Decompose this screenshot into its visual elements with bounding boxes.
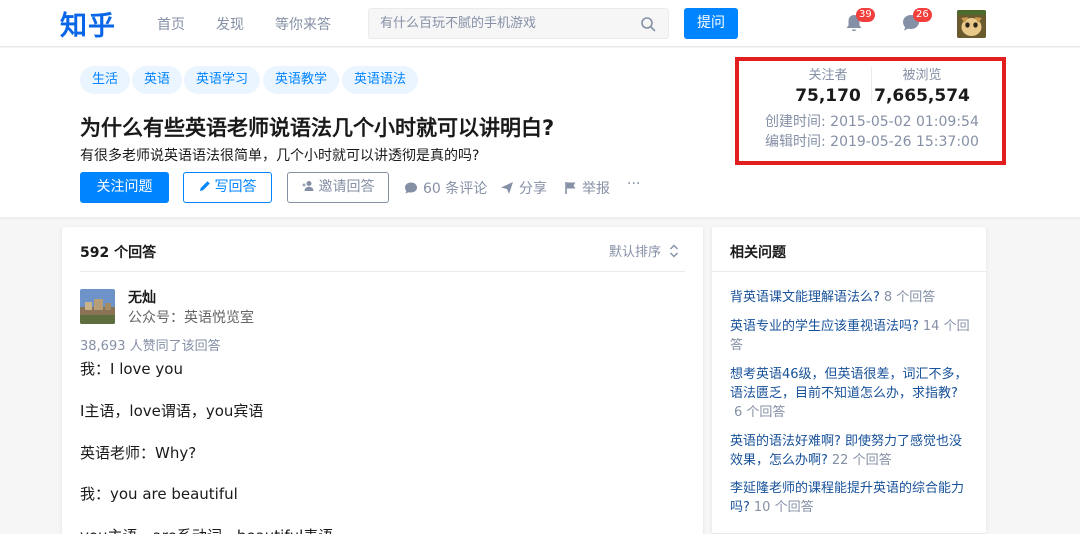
related-answer-count: 10 个回答 [753,500,814,515]
vote-count: 38,693 人赞同了该回答 [80,339,221,354]
related-answer-count: 6 个回答 [734,405,786,420]
related-answer-count: 8 个回答 [883,290,936,305]
divider [712,271,986,272]
related-questions-panel: 相关问题 背英语课文能理解语法么? 8 个回答 英语专业的学生应该重视语法吗? 14… [712,227,986,533]
related-question-link[interactable]: 英语专业的学生应该重视语法吗? 14 个回答 [730,317,970,355]
share-button[interactable]: 分享 [500,178,547,198]
related-question-text: 英语专业的学生应该重视语法吗? [730,319,919,334]
topic-tag[interactable]: 英语教学 [263,66,340,94]
related-question-link[interactable]: 李延隆老师的课程能提升英语的综合能力吗? 10 个回答 [730,479,970,517]
related-question-text: 背英语课文能理解语法么? [730,290,880,305]
follow-question-button[interactable]: 关注问题 [80,172,169,203]
share-icon [501,182,513,194]
answer-paragraph: 我：you are beautiful [80,485,238,503]
answer-paragraph: 我：I love you [80,360,183,378]
author-name[interactable]: 无灿 [128,287,156,307]
followers-label: 关注者 [808,68,848,83]
answer-paragraph: 英语老师：Why? [80,444,197,462]
author-bio: 公众号：英语悦览室 [128,310,254,326]
zhihu-logo[interactable]: 知乎 [60,4,116,43]
answer-paragraph: you主语，are系动词，beautiful表语 [80,525,333,534]
related-question-link[interactable]: 背英语课文能理解语法么? 8 个回答 [730,288,970,307]
nav-waiting-answers[interactable]: 等你来答 [275,14,331,34]
sort-dropdown[interactable]: 默认排序 [609,241,679,260]
search-input[interactable] [380,9,630,38]
more-options-button[interactable]: ··· [627,176,640,192]
notification-badge: 39 [856,8,875,22]
message-badge: 26 [913,8,932,22]
user-avatar[interactable] [957,10,986,38]
related-question-text: 想考英语46级，但英语很差，词汇不多，语法匮乏，目前不知道怎么办，求指教? [730,367,968,401]
views-value: 7,665,574 [874,86,970,106]
sort-label: 默认排序 [608,245,661,260]
report-label: 举报 [582,181,610,197]
related-title: 相关问题 [730,245,786,261]
question-title: 为什么有些英语老师说语法几个小时就可以讲明白? [80,116,555,140]
divider [80,271,685,272]
edited-time: 编辑时间: 2019-05-26 15:37:00 [765,134,979,150]
report-button[interactable]: 举报 [564,178,610,198]
comments-button[interactable]: 60 条评论 [404,178,487,198]
topic-tag[interactable]: 生活 [80,66,131,94]
related-answer-count: 22 个回答 [831,453,892,468]
question-detail: 有很多老师说英语语法很简单，几个小时就可以讲透彻是真的吗? [80,148,480,164]
followers-value: 75,170 [795,86,861,106]
ask-question-button[interactable]: 提问 [684,8,738,39]
pencil-icon [199,181,210,191]
write-answer-label: 写回答 [214,179,257,195]
question-stats-highlight: 关注者 75,170 被浏览 7,665,574 创建时间: 2015-05-0… [735,57,1006,165]
flag-icon [565,182,576,194]
author-avatar[interactable] [80,289,115,324]
created-time: 创建时间: 2015-05-02 01:09:54 [765,114,979,130]
topic-tag[interactable]: 英语学习 [184,66,261,94]
related-question-link[interactable]: 想考英语46级，但英语很差，词汇不多，语法匮乏，目前不知道怎么办，求指教? 6 个… [730,365,970,422]
answer-count: 592 个回答 [80,245,157,261]
top-navbar: 知乎 首页 发现 等你来答 提问 39 26 [0,0,1080,47]
views-stat: 被浏览 7,665,574 [872,64,972,106]
answer-paragraph: I主语，love谓语，you宾语 [80,402,264,420]
search-icon[interactable] [640,16,656,32]
related-question-link[interactable]: 英语的语法好难啊? 即使努力了感觉也没效果，怎么办啊? 22 个回答 [730,432,970,470]
followers-stat[interactable]: 关注者 75,170 [783,64,873,106]
nav-discover[interactable]: 发现 [216,14,244,34]
search-box [368,8,669,39]
answers-panel: 592 个回答 默认排序 无灿 公众号：英语悦览室 38,693 人赞同了该回答… [62,227,703,534]
add-user-icon [302,181,313,191]
views-label: 被浏览 [902,68,942,83]
topic-tag[interactable]: 英语 [132,66,183,94]
comments-label: 60 条评论 [423,181,488,197]
sort-chevron-icon [670,244,678,257]
invite-answer-label: 邀请回答 [318,179,375,195]
comment-icon [405,182,417,194]
topic-tag[interactable]: 英语语法 [342,66,419,94]
invite-answer-button[interactable]: 邀请回答 [287,172,389,203]
share-label: 分享 [519,181,547,197]
write-answer-button[interactable]: 写回答 [183,172,272,203]
nav-home[interactable]: 首页 [157,14,185,34]
